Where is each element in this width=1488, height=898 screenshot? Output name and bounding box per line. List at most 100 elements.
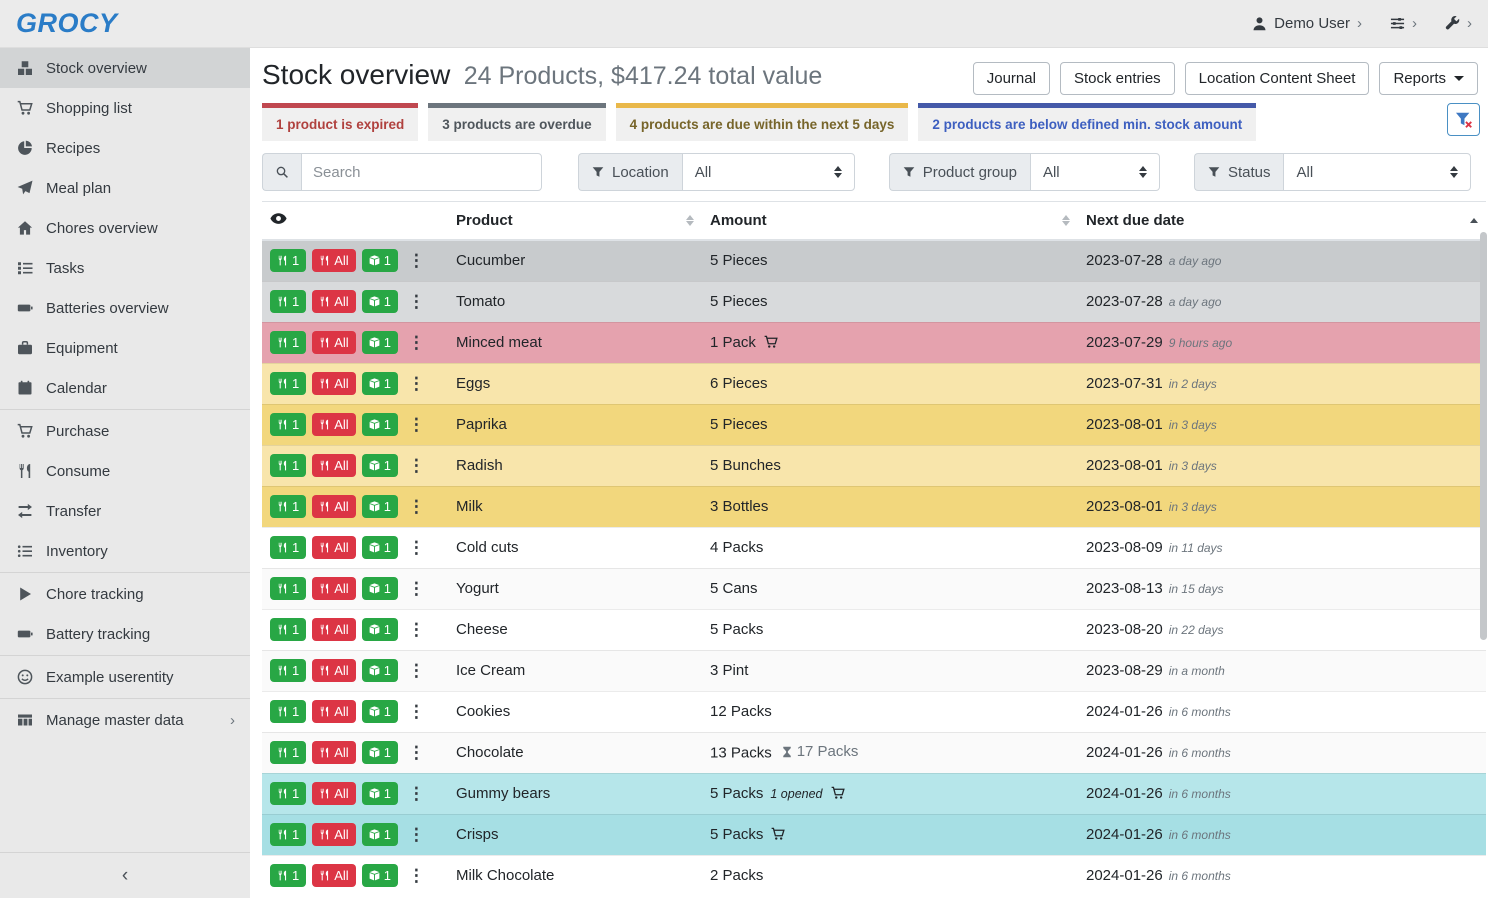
consume-all-button[interactable]: All bbox=[312, 618, 355, 641]
row-menu-icon[interactable]: ⋮ bbox=[404, 621, 429, 638]
open-one-button[interactable]: 1 bbox=[362, 659, 398, 682]
consume-one-button[interactable]: 1 bbox=[270, 864, 306, 887]
consume-all-button[interactable]: All bbox=[312, 372, 355, 395]
journal-button[interactable]: Journal bbox=[973, 62, 1050, 95]
sidebar-item-meal-plan[interactable]: Meal plan bbox=[0, 168, 250, 208]
open-one-button[interactable]: 1 bbox=[362, 823, 398, 846]
consume-all-button[interactable]: All bbox=[312, 331, 355, 354]
sidebar-item-transfer[interactable]: Transfer bbox=[0, 491, 250, 531]
consume-one-button[interactable]: 1 bbox=[270, 577, 306, 600]
scrollbar-thumb[interactable] bbox=[1480, 232, 1487, 640]
consume-all-button[interactable]: All bbox=[312, 741, 355, 764]
sidebar-item-example-userentity[interactable]: Example userentity bbox=[0, 657, 250, 697]
column-header-amount[interactable]: Amount bbox=[702, 202, 1078, 241]
consume-one-button[interactable]: 1 bbox=[270, 659, 306, 682]
open-one-button[interactable]: 1 bbox=[362, 495, 398, 518]
user-menu[interactable]: Demo User › bbox=[1252, 15, 1362, 32]
consume-all-button[interactable]: All bbox=[312, 249, 355, 272]
consume-one-button[interactable]: 1 bbox=[270, 823, 306, 846]
consume-one-button[interactable]: 1 bbox=[270, 290, 306, 313]
sidebar-item-manage-master-data[interactable]: Manage master data › bbox=[0, 700, 250, 740]
consume-all-button[interactable]: All bbox=[312, 577, 355, 600]
consume-one-button[interactable]: 1 bbox=[270, 700, 306, 723]
clear-filters-button[interactable] bbox=[1447, 103, 1480, 136]
consume-all-button[interactable]: All bbox=[312, 823, 355, 846]
consume-one-button[interactable]: 1 bbox=[270, 536, 306, 559]
row-menu-icon[interactable]: ⋮ bbox=[404, 334, 429, 351]
sidebar-item-tasks[interactable]: Tasks bbox=[0, 248, 250, 288]
sidebar-item-stock-overview[interactable]: Stock overview bbox=[0, 48, 250, 88]
open-one-button[interactable]: 1 bbox=[362, 577, 398, 600]
column-header-next-due-date[interactable]: Next due date bbox=[1078, 202, 1486, 241]
row-menu-icon[interactable]: ⋮ bbox=[404, 744, 429, 761]
consume-one-button[interactable]: 1 bbox=[270, 782, 306, 805]
banner-due-soon[interactable]: 4 products are due within the next 5 day… bbox=[616, 103, 909, 141]
sidebar-item-calendar[interactable]: Calendar bbox=[0, 368, 250, 408]
sidebar-item-chore-tracking[interactable]: Chore tracking bbox=[0, 574, 250, 614]
settings-menu[interactable]: › bbox=[1390, 15, 1417, 32]
consume-one-button[interactable]: 1 bbox=[270, 454, 306, 477]
reports-dropdown-button[interactable]: Reports bbox=[1379, 62, 1478, 95]
consume-one-button[interactable]: 1 bbox=[270, 372, 306, 395]
row-menu-icon[interactable]: ⋮ bbox=[404, 785, 429, 802]
sidebar-collapse-button[interactable]: ‹ bbox=[0, 852, 250, 898]
open-one-button[interactable]: 1 bbox=[362, 290, 398, 313]
sidebar-item-chores-overview[interactable]: Chores overview bbox=[0, 208, 250, 248]
consume-all-button[interactable]: All bbox=[312, 290, 355, 313]
location-content-sheet-button[interactable]: Location Content Sheet bbox=[1185, 62, 1370, 95]
consume-one-button[interactable]: 1 bbox=[270, 331, 306, 354]
sidebar-item-inventory[interactable]: Inventory bbox=[0, 531, 250, 571]
status-filter-select[interactable]: All bbox=[1283, 153, 1471, 191]
row-menu-icon[interactable]: ⋮ bbox=[404, 539, 429, 556]
open-one-button[interactable]: 1 bbox=[362, 536, 398, 559]
open-one-button[interactable]: 1 bbox=[362, 618, 398, 641]
eye-icon[interactable] bbox=[270, 210, 287, 227]
search-input[interactable] bbox=[301, 153, 542, 191]
column-header-visibility[interactable] bbox=[262, 202, 448, 241]
consume-all-button[interactable]: All bbox=[312, 782, 355, 805]
row-menu-icon[interactable]: ⋮ bbox=[404, 498, 429, 515]
open-one-button[interactable]: 1 bbox=[362, 454, 398, 477]
row-menu-icon[interactable]: ⋮ bbox=[404, 826, 429, 843]
row-menu-icon[interactable]: ⋮ bbox=[404, 867, 429, 884]
open-one-button[interactable]: 1 bbox=[362, 864, 398, 887]
row-menu-icon[interactable]: ⋮ bbox=[404, 703, 429, 720]
consume-all-button[interactable]: All bbox=[312, 700, 355, 723]
consume-one-button[interactable]: 1 bbox=[270, 741, 306, 764]
sidebar-item-batteries-overview[interactable]: Batteries overview bbox=[0, 288, 250, 328]
consume-one-button[interactable]: 1 bbox=[270, 495, 306, 518]
consume-one-button[interactable]: 1 bbox=[270, 249, 306, 272]
sidebar-item-battery-tracking[interactable]: Battery tracking bbox=[0, 614, 250, 654]
open-one-button[interactable]: 1 bbox=[362, 700, 398, 723]
open-one-button[interactable]: 1 bbox=[362, 741, 398, 764]
sidebar-item-purchase[interactable]: Purchase bbox=[0, 411, 250, 451]
row-menu-icon[interactable]: ⋮ bbox=[404, 457, 429, 474]
column-header-product[interactable]: Product bbox=[448, 202, 702, 241]
app-logo[interactable]: GROCY bbox=[16, 8, 118, 39]
row-menu-icon[interactable]: ⋮ bbox=[404, 375, 429, 392]
sidebar-item-equipment[interactable]: Equipment bbox=[0, 328, 250, 368]
banner-overdue[interactable]: 3 products are overdue bbox=[428, 103, 605, 141]
consume-all-button[interactable]: All bbox=[312, 659, 355, 682]
sidebar-item-shopping-list[interactable]: Shopping list bbox=[0, 88, 250, 128]
sidebar-item-consume[interactable]: Consume bbox=[0, 451, 250, 491]
consume-one-button[interactable]: 1 bbox=[270, 413, 306, 436]
open-one-button[interactable]: 1 bbox=[362, 331, 398, 354]
consume-all-button[interactable]: All bbox=[312, 536, 355, 559]
sidebar-item-recipes[interactable]: Recipes bbox=[0, 128, 250, 168]
open-one-button[interactable]: 1 bbox=[362, 782, 398, 805]
stock-entries-button[interactable]: Stock entries bbox=[1060, 62, 1175, 95]
row-menu-icon[interactable]: ⋮ bbox=[404, 293, 429, 310]
consume-all-button[interactable]: All bbox=[312, 864, 355, 887]
consume-all-button[interactable]: All bbox=[312, 495, 355, 518]
consume-all-button[interactable]: All bbox=[312, 413, 355, 436]
location-filter-select[interactable]: All bbox=[682, 153, 855, 191]
row-menu-icon[interactable]: ⋮ bbox=[404, 252, 429, 269]
open-one-button[interactable]: 1 bbox=[362, 413, 398, 436]
row-menu-icon[interactable]: ⋮ bbox=[404, 580, 429, 597]
row-menu-icon[interactable]: ⋮ bbox=[404, 662, 429, 679]
product-group-filter-select[interactable]: All bbox=[1030, 153, 1160, 191]
banner-expired[interactable]: 1 product is expired bbox=[262, 103, 418, 141]
open-one-button[interactable]: 1 bbox=[362, 249, 398, 272]
consume-one-button[interactable]: 1 bbox=[270, 618, 306, 641]
